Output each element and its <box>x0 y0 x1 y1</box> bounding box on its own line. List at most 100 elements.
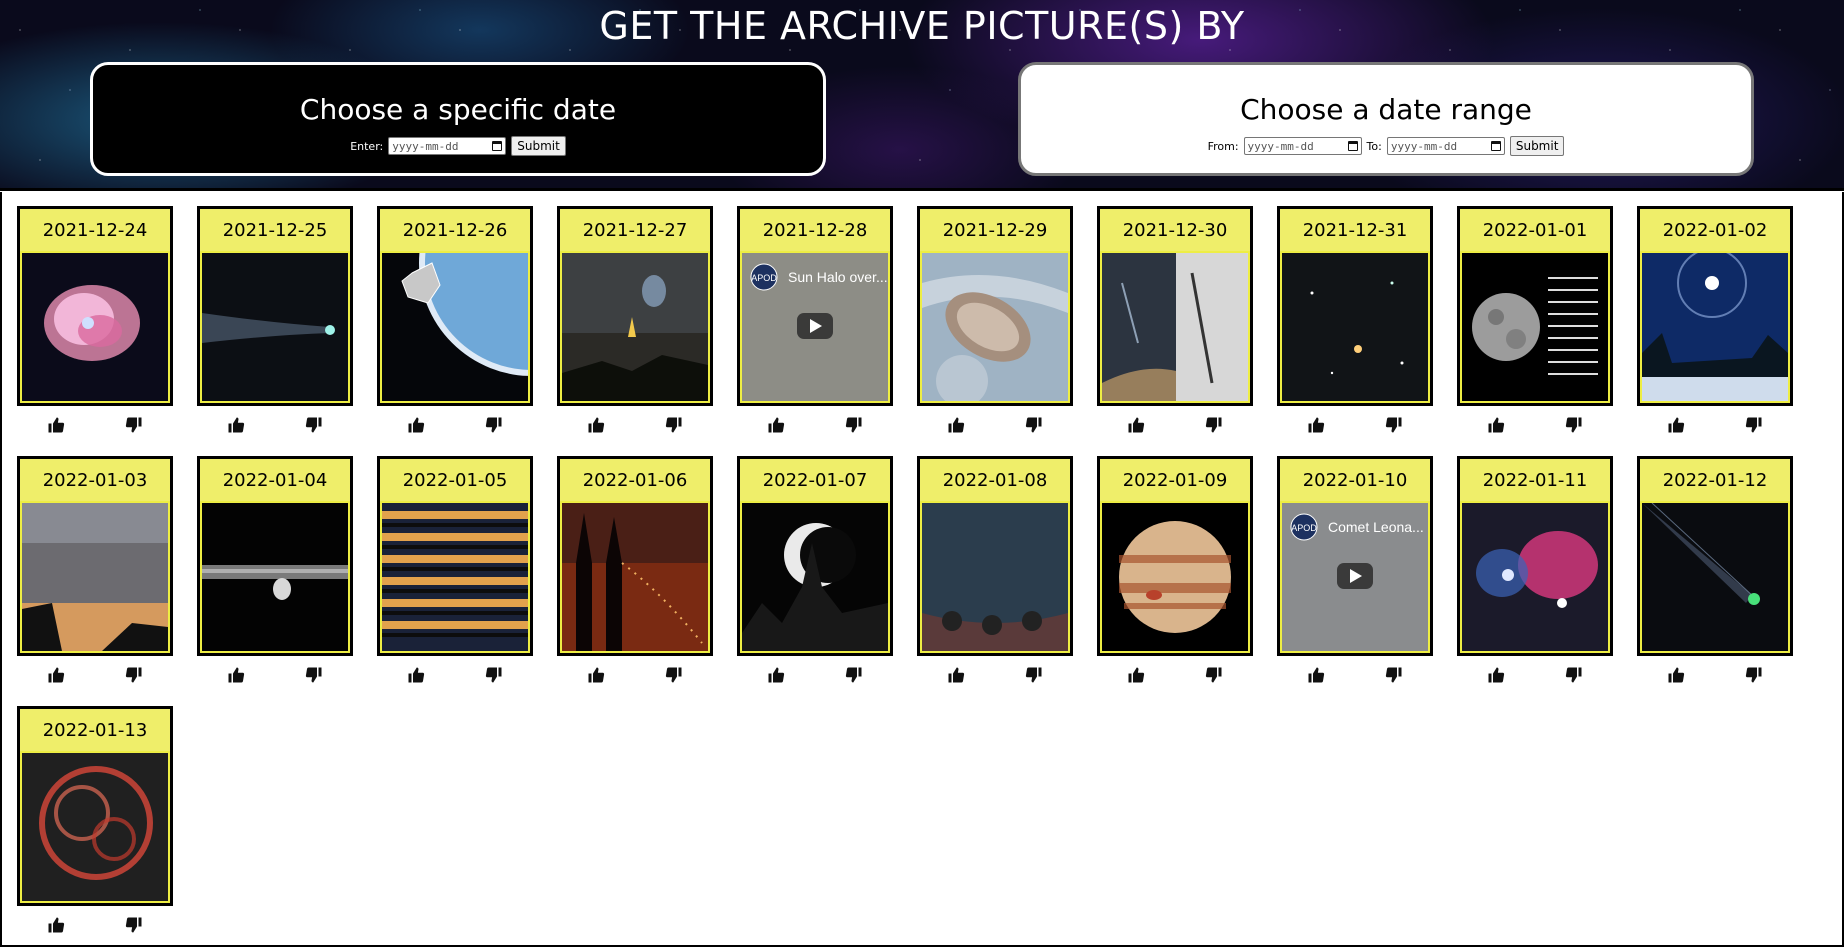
specific-submit-button[interactable]: Submit <box>511 136 566 156</box>
video-thumbnail[interactable]: APOD Sun Halo over... <box>742 253 888 401</box>
picture-gallery: 2021-12-24 2021-12-25 2021-12-26 2021-12-27… <box>0 192 1844 947</box>
thumbs-down-icon[interactable] <box>1203 664 1225 686</box>
picture-thumbnail[interactable] <box>382 503 528 651</box>
thumbs-down-icon[interactable] <box>303 664 325 686</box>
to-date-input[interactable]: yyyy-mm-dd <box>1386 137 1505 155</box>
thumbs-up-icon[interactable] <box>1305 664 1327 686</box>
range-submit-button[interactable]: Submit <box>1509 136 1565 156</box>
thumbs-down-icon[interactable] <box>1563 664 1585 686</box>
thumbs-down-icon[interactable] <box>123 664 145 686</box>
date-placeholder: yyyy-mm-dd <box>392 139 459 153</box>
thumbs-up-icon[interactable] <box>945 664 967 686</box>
picture-frame[interactable]: 2022-01-09 <box>1097 456 1253 656</box>
thumbs-up-icon[interactable] <box>945 414 967 436</box>
thumbs-down-icon[interactable] <box>1023 664 1045 686</box>
picture-frame[interactable]: 2022-01-08 <box>917 456 1073 656</box>
picture-thumbnail[interactable] <box>1462 253 1608 401</box>
thumbs-up-icon[interactable] <box>45 414 67 436</box>
picture-date: 2021-12-26 <box>380 209 530 251</box>
picture-frame[interactable]: 2022-01-13 <box>17 706 173 906</box>
picture-thumbnail[interactable] <box>922 503 1068 651</box>
picture-thumbnail[interactable] <box>922 253 1068 401</box>
picture-frame[interactable]: 2022-01-10 APOD Comet Leona... <box>1277 456 1433 656</box>
picture-thumbnail[interactable] <box>742 503 888 651</box>
thumbs-down-icon[interactable] <box>1383 414 1405 436</box>
picture-thumbnail[interactable] <box>202 253 348 401</box>
picture-thumbnail[interactable] <box>22 503 168 651</box>
picture-frame[interactable]: 2022-01-03 <box>17 456 173 656</box>
picture-frame[interactable]: 2021-12-25 <box>197 206 353 406</box>
thumbs-up-icon[interactable] <box>225 414 247 436</box>
thumbs-up-icon[interactable] <box>1665 414 1687 436</box>
thumbs-down-icon[interactable] <box>1023 414 1045 436</box>
picture-frame[interactable]: 2022-01-05 <box>377 456 533 656</box>
thumbs-down-icon[interactable] <box>1743 664 1765 686</box>
thumbs-up-icon[interactable] <box>585 414 607 436</box>
thumbs-up-icon[interactable] <box>1125 414 1147 436</box>
thumbs-down-icon[interactable] <box>123 914 145 936</box>
thumbs-down-icon[interactable] <box>123 414 145 436</box>
picture-frame[interactable]: 2021-12-27 <box>557 206 713 406</box>
picture-thumbnail[interactable] <box>22 753 168 901</box>
picture-frame[interactable]: 2021-12-31 <box>1277 206 1433 406</box>
picture-frame[interactable]: 2021-12-29 <box>917 206 1073 406</box>
picture-frame[interactable]: 2022-01-12 <box>1637 456 1793 656</box>
thumbs-down-icon[interactable] <box>483 664 505 686</box>
picture-frame[interactable]: 2021-12-28 APOD Sun Halo over... <box>737 206 893 406</box>
thumbs-up-icon[interactable] <box>1665 664 1687 686</box>
thumbs-up-icon[interactable] <box>765 664 787 686</box>
thumbs-down-icon[interactable] <box>483 414 505 436</box>
picture-thumbnail[interactable] <box>562 503 708 651</box>
calendar-icon[interactable] <box>1347 141 1358 151</box>
picture-thumbnail[interactable] <box>22 253 168 401</box>
video-thumbnail[interactable]: APOD Comet Leona... <box>1282 503 1428 651</box>
video-title[interactable]: Sun Halo over... <box>788 269 888 285</box>
date-placeholder: yyyy-mm-dd <box>1247 139 1314 153</box>
thumbs-down-icon[interactable] <box>1743 414 1765 436</box>
thumbs-up-icon[interactable] <box>585 664 607 686</box>
thumbs-down-icon[interactable] <box>843 414 865 436</box>
thumbs-down-icon[interactable] <box>663 664 685 686</box>
picture-thumbnail[interactable] <box>1102 503 1248 651</box>
vote-buttons <box>1637 414 1793 436</box>
picture-thumbnail[interactable] <box>562 253 708 401</box>
picture-frame[interactable]: 2022-01-11 <box>1457 456 1613 656</box>
picture-frame[interactable]: 2022-01-07 <box>737 456 893 656</box>
thumbs-up-icon[interactable] <box>405 414 427 436</box>
picture-thumbnail[interactable] <box>1642 503 1788 651</box>
thumbs-down-icon[interactable] <box>663 414 685 436</box>
thumbs-down-icon[interactable] <box>1203 414 1225 436</box>
picture-thumbnail[interactable] <box>1462 503 1608 651</box>
picture-frame[interactable]: 2022-01-01 <box>1457 206 1613 406</box>
thumbs-up-icon[interactable] <box>1485 664 1507 686</box>
from-date-input[interactable]: yyyy-mm-dd <box>1243 137 1362 155</box>
picture-thumbnail[interactable] <box>1282 253 1428 401</box>
thumbs-down-icon[interactable] <box>1563 414 1585 436</box>
thumbs-up-icon[interactable] <box>225 664 247 686</box>
video-title[interactable]: Comet Leona... <box>1328 519 1424 535</box>
picture-frame[interactable]: 2021-12-26 <box>377 206 533 406</box>
thumbs-up-icon[interactable] <box>1305 414 1327 436</box>
thumbs-up-icon[interactable] <box>45 914 67 936</box>
picture-frame[interactable]: 2022-01-02 <box>1637 206 1793 406</box>
picture-frame[interactable]: 2022-01-06 <box>557 456 713 656</box>
thumbs-up-icon[interactable] <box>765 414 787 436</box>
picture-frame[interactable]: 2021-12-24 <box>17 206 173 406</box>
thumbs-up-icon[interactable] <box>405 664 427 686</box>
picture-frame[interactable]: 2022-01-04 <box>197 456 353 656</box>
picture-thumbnail[interactable] <box>1642 253 1788 401</box>
specific-date-input[interactable]: yyyy-mm-dd <box>388 137 507 155</box>
picture-thumbnail[interactable] <box>202 503 348 651</box>
thumbs-up-icon[interactable] <box>1125 664 1147 686</box>
thumbs-down-icon[interactable] <box>303 414 325 436</box>
picture-frame[interactable]: 2021-12-30 <box>1097 206 1253 406</box>
calendar-icon[interactable] <box>1490 141 1501 151</box>
thumbs-down-icon[interactable] <box>1383 664 1405 686</box>
thumbs-up-icon[interactable] <box>1485 414 1507 436</box>
vote-buttons <box>197 414 353 436</box>
calendar-icon[interactable] <box>492 141 503 151</box>
thumbs-up-icon[interactable] <box>45 664 67 686</box>
picture-thumbnail[interactable] <box>1102 253 1248 401</box>
thumbs-down-icon[interactable] <box>843 664 865 686</box>
picture-thumbnail[interactable] <box>382 253 528 401</box>
